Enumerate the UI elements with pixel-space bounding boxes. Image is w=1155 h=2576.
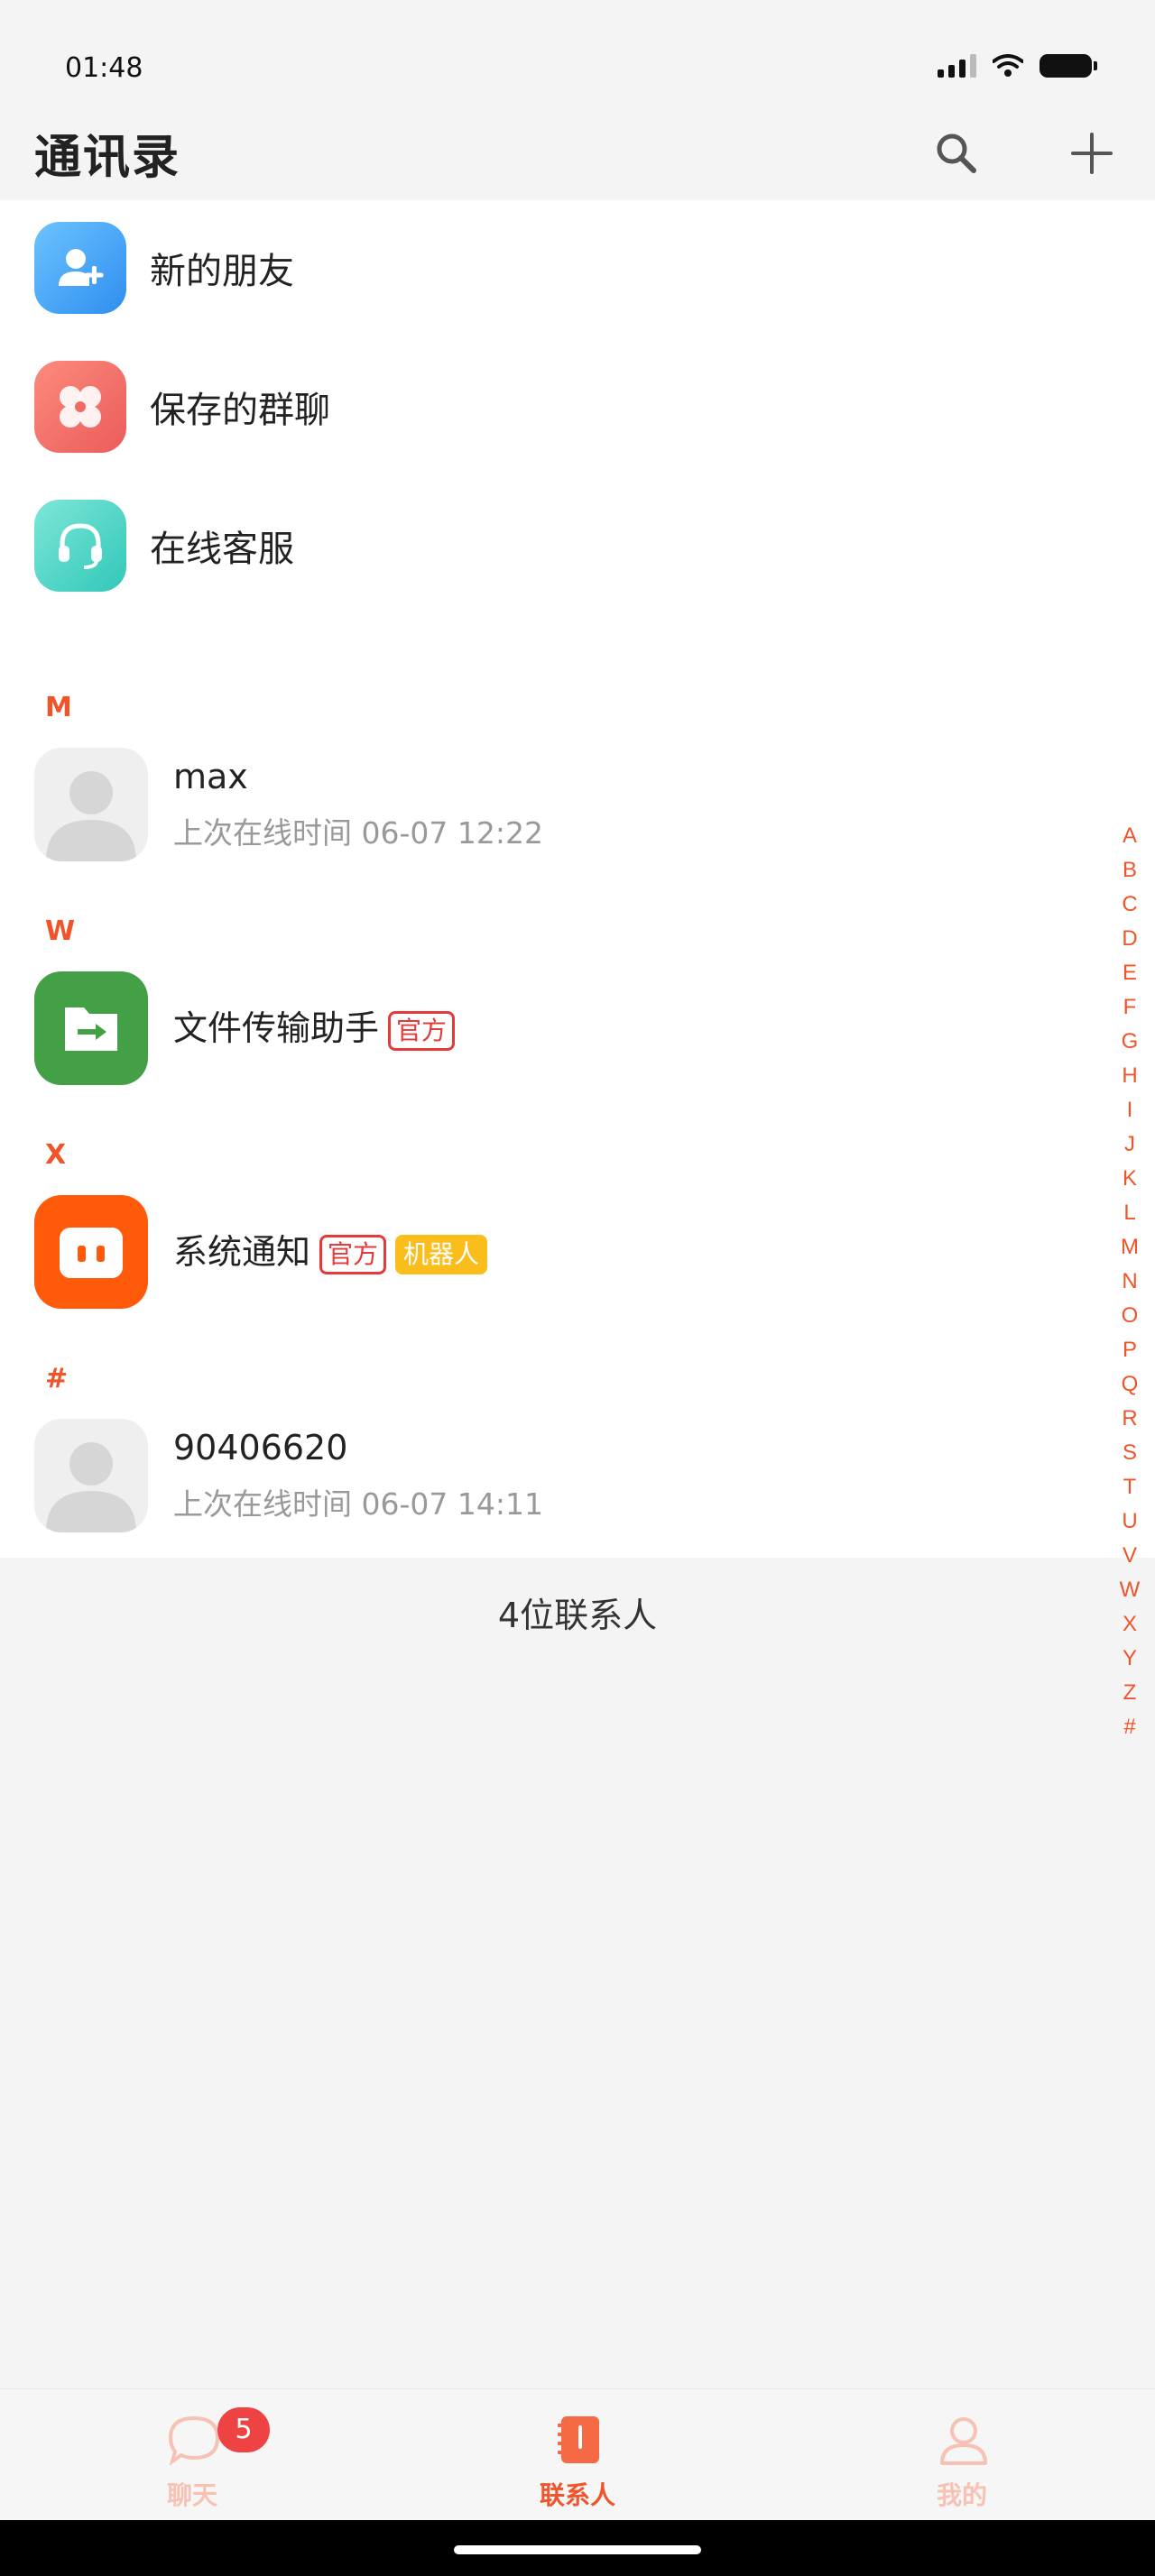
- contact-row[interactable]: 90406620 上次在线时间 06-07 14:11: [0, 1408, 1101, 1543]
- tab-contacts[interactable]: 联系人: [487, 2389, 668, 2521]
- contact-name: max: [173, 757, 248, 796]
- index-letter[interactable]: R: [1122, 1402, 1137, 1436]
- index-letter[interactable]: M: [1121, 1230, 1139, 1265]
- search-icon: [937, 133, 976, 173]
- page-title: 通讯录: [34, 131, 181, 185]
- menu-label: 保存的群聊: [150, 390, 330, 431]
- index-letter[interactable]: Z: [1123, 1676, 1137, 1710]
- search-button[interactable]: [920, 117, 993, 189]
- index-letter[interactable]: H: [1122, 1059, 1137, 1093]
- index-letter[interactable]: W: [1120, 1573, 1141, 1607]
- contact-name-line: 文件传输助手 官方: [173, 1000, 456, 1051]
- bottom-nav: 5 聊天 联系人 我的: [0, 2388, 1155, 2520]
- index-letter[interactable]: B: [1123, 853, 1137, 888]
- quick-menu: 新的朋友 保存的群聊 在线客服: [0, 200, 1155, 629]
- chat-bubble-icon: [168, 2415, 220, 2466]
- bot-badge: 机器人: [395, 1234, 488, 1274]
- section-header: W: [45, 915, 76, 947]
- saved-groups-row[interactable]: 保存的群聊: [0, 339, 1155, 474]
- home-bar: [0, 2520, 1155, 2576]
- index-letter[interactable]: P: [1123, 1333, 1137, 1367]
- contact-name: 90406620: [173, 1428, 348, 1467]
- contacts-book-icon: [558, 2416, 599, 2463]
- unread-badge: 5: [217, 2407, 270, 2452]
- section-header: X: [45, 1139, 67, 1171]
- contact-name-line: 系统通知 官方 机器人: [173, 1224, 488, 1274]
- folder-transfer-icon: [34, 971, 148, 1085]
- index-letter[interactable]: C: [1122, 888, 1137, 922]
- status-time: 01:48: [65, 52, 143, 84]
- last-online: 上次在线时间 06-07 14:11: [173, 1486, 543, 1522]
- plus-icon: [1071, 133, 1113, 174]
- index-letter[interactable]: A: [1123, 819, 1137, 853]
- index-letter[interactable]: E: [1123, 956, 1137, 990]
- index-letter[interactable]: #: [1123, 1710, 1135, 1744]
- status-bar: 01:48: [0, 0, 1155, 117]
- contact-row[interactable]: 文件传输助手 官方: [0, 961, 1101, 1096]
- menu-label: 新的朋友: [150, 251, 294, 292]
- index-letter[interactable]: T: [1123, 1470, 1137, 1504]
- index-letter[interactable]: N: [1122, 1265, 1137, 1299]
- tab-me[interactable]: 我的: [872, 2389, 1052, 2521]
- index-letter[interactable]: S: [1123, 1436, 1137, 1470]
- avatar: [34, 748, 148, 861]
- contact-name: 系统通知: [173, 1232, 311, 1272]
- battery-icon: [1040, 54, 1097, 78]
- customer-service-row[interactable]: 在线客服: [0, 478, 1155, 613]
- contact-name: 文件传输助手: [173, 1008, 380, 1048]
- menu-label: 在线客服: [150, 529, 294, 570]
- user-icon: [940, 2417, 987, 2465]
- index-letter[interactable]: D: [1122, 922, 1137, 956]
- section-header: M: [45, 692, 72, 723]
- index-letter[interactable]: F: [1123, 990, 1137, 1025]
- index-letter[interactable]: J: [1124, 1127, 1135, 1162]
- tab-label: 联系人: [539, 2480, 615, 2510]
- contact-count: 4位联系人: [497, 1596, 658, 1635]
- contact-list: M max 上次在线时间 06-07 12:22 W 文件传输助手 官方 X 系…: [0, 629, 1155, 1558]
- index-letter[interactable]: V: [1123, 1539, 1137, 1573]
- app-header: 通讯录: [0, 117, 1155, 200]
- new-friends-row[interactable]: 新的朋友: [0, 200, 1155, 336]
- index-letter[interactable]: Y: [1123, 1642, 1137, 1676]
- group-icon: [34, 361, 126, 453]
- headset-icon: [34, 500, 126, 592]
- wifi-icon: [993, 54, 1023, 77]
- index-letter[interactable]: Q: [1122, 1367, 1139, 1402]
- robot-icon: [34, 1195, 148, 1309]
- contact-row[interactable]: 系统通知 官方 机器人: [0, 1184, 1101, 1320]
- tab-chat[interactable]: 5 聊天: [102, 2389, 282, 2521]
- add-button[interactable]: [1056, 117, 1128, 189]
- index-letter[interactable]: U: [1122, 1504, 1137, 1539]
- alphabet-index[interactable]: A B C D E F G H I J K L M N O P Q R S T U V W X Y Z #: [1117, 819, 1142, 1744]
- section-header: #: [45, 1363, 69, 1394]
- index-letter[interactable]: I: [1127, 1093, 1133, 1127]
- official-badge: 官方: [319, 1234, 387, 1274]
- home-indicator[interactable]: [454, 2545, 701, 2554]
- index-letter[interactable]: X: [1123, 1607, 1137, 1642]
- cellular-signal-icon: [938, 54, 976, 78]
- index-letter[interactable]: L: [1123, 1196, 1135, 1230]
- last-online: 上次在线时间 06-07 12:22: [173, 815, 543, 851]
- avatar: [34, 1419, 148, 1532]
- official-badge: 官方: [388, 1010, 456, 1051]
- contact-row[interactable]: max 上次在线时间 06-07 12:22: [0, 737, 1101, 872]
- index-letter[interactable]: O: [1122, 1299, 1139, 1333]
- tab-label: 聊天: [166, 2480, 217, 2510]
- index-letter[interactable]: K: [1123, 1162, 1137, 1196]
- add-user-icon: [34, 222, 126, 314]
- status-icons: [938, 54, 1097, 78]
- index-letter[interactable]: G: [1122, 1025, 1139, 1059]
- tab-label: 我的: [936, 2480, 987, 2510]
